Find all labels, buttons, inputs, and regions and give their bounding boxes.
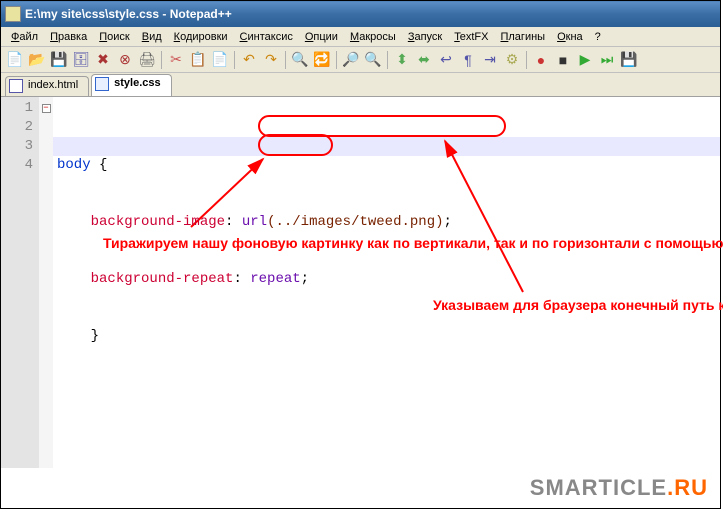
app-icon [5, 6, 21, 22]
separator [285, 51, 286, 69]
window-title: E:\my site\css\style.css - Notepad++ [25, 7, 232, 21]
menu-search[interactable]: Поиск [93, 29, 135, 45]
stop-button[interactable]: ■ [553, 50, 573, 70]
tok-property: background-image [91, 214, 225, 230]
menu-encoding[interactable]: Кодировки [168, 29, 234, 45]
menu-bar: Файл Правка Поиск Вид Кодировки Синтакси… [1, 27, 720, 47]
separator [526, 51, 527, 69]
line-number: 2 [3, 118, 33, 137]
menu-windows[interactable]: Окна [551, 29, 589, 45]
menu-run[interactable]: Запуск [402, 29, 448, 45]
annotation-text-repeat: Тиражируем нашу фоновую картинку как по … [103, 235, 383, 253]
menu-help[interactable]: ? [589, 29, 607, 45]
sync-h-button[interactable]: ⬌ [414, 50, 434, 70]
wrap-button[interactable]: ↩ [436, 50, 456, 70]
annotation-oval-url [258, 115, 506, 137]
tok-property: background-repeat [91, 271, 234, 287]
fold-minus-icon[interactable]: − [42, 104, 51, 113]
editor-area[interactable]: 1 2 3 4 − body { background-image: url(.… [1, 97, 720, 468]
document-icon [9, 79, 23, 93]
separator [161, 51, 162, 69]
undo-button[interactable]: ↶ [239, 50, 259, 70]
menu-options[interactable]: Опции [299, 29, 344, 45]
cut-button[interactable]: ✂ [166, 50, 186, 70]
userlang-button[interactable]: ⚙ [502, 50, 522, 70]
menu-macros[interactable]: Макросы [344, 29, 402, 45]
zoom-out-button[interactable]: 🔍 [363, 50, 383, 70]
record-button[interactable]: ● [531, 50, 551, 70]
menu-edit[interactable]: Правка [44, 29, 93, 45]
new-file-button[interactable]: 📄 [5, 50, 25, 70]
fold-column: − [39, 97, 53, 468]
tab-style-css[interactable]: style.css [91, 74, 171, 96]
copy-button[interactable]: 📋 [188, 50, 208, 70]
separator [234, 51, 235, 69]
menu-textfx[interactable]: TextFX [448, 29, 494, 45]
separator [387, 51, 388, 69]
indent-button[interactable]: ⇥ [480, 50, 500, 70]
menu-view[interactable]: Вид [136, 29, 168, 45]
app-window: E:\my site\css\style.css - Notepad++ Фай… [0, 0, 721, 509]
watermark-text: .RU [667, 475, 708, 501]
close-button[interactable]: ✖ [93, 50, 113, 70]
tok-selector: body [57, 157, 91, 173]
line-gutter: 1 2 3 4 [1, 97, 39, 468]
save-macro-button[interactable]: 💾 [619, 50, 639, 70]
sync-v-button[interactable]: ⬍ [392, 50, 412, 70]
tok-url: url [242, 214, 267, 230]
open-file-button[interactable]: 📂 [27, 50, 47, 70]
menu-file[interactable]: Файл [5, 29, 44, 45]
document-icon [95, 77, 109, 91]
play-multi-button[interactable]: ⏭ [597, 50, 617, 70]
current-line-highlight [53, 137, 720, 156]
replace-button[interactable]: 🔁 [312, 50, 332, 70]
tab-label: index.html [28, 79, 78, 91]
play-button[interactable]: ▶ [575, 50, 595, 70]
tok-value: repeat [250, 271, 300, 287]
tok-brace: { [91, 157, 108, 173]
toolbar: 📄 📂 💾 🗄 ✖ ⊗ 🖨 ✂ 📋 📄 ↶ ↷ 🔍 🔁 🔎 🔍 ⬍ ⬌ ↩ ¶ … [1, 47, 720, 73]
close-all-button[interactable]: ⊗ [115, 50, 135, 70]
line-number: 4 [3, 156, 33, 175]
paste-button[interactable]: 📄 [210, 50, 230, 70]
watermark-text: SMARTICLE [530, 475, 667, 501]
tok-brace: } [91, 328, 99, 344]
menu-plugins[interactable]: Плагины [494, 29, 551, 45]
tok-args: (../images/tweed.png) [267, 214, 443, 230]
save-all-button[interactable]: 🗄 [71, 50, 91, 70]
show-chars-button[interactable]: ¶ [458, 50, 478, 70]
line-number: 1 [3, 99, 33, 118]
tab-index-html[interactable]: index.html [5, 76, 89, 96]
print-button[interactable]: 🖨 [137, 50, 157, 70]
separator [336, 51, 337, 69]
redo-button[interactable]: ↷ [261, 50, 281, 70]
zoom-in-button[interactable]: 🔎 [341, 50, 361, 70]
tab-bar: index.html style.css [1, 73, 720, 97]
menu-syntax[interactable]: Синтаксис [234, 29, 299, 45]
watermark: SMARTICLE.RU [1, 468, 720, 508]
save-button[interactable]: 💾 [49, 50, 69, 70]
code-content[interactable]: body { background-image: url(../images/t… [53, 97, 720, 468]
tab-label: style.css [114, 77, 160, 89]
find-button[interactable]: 🔍 [290, 50, 310, 70]
line-number: 3 [3, 137, 33, 156]
title-bar: E:\my site\css\style.css - Notepad++ [1, 1, 720, 27]
annotation-text-url: Указываем для браузера конечный путь к н… [433, 297, 673, 315]
